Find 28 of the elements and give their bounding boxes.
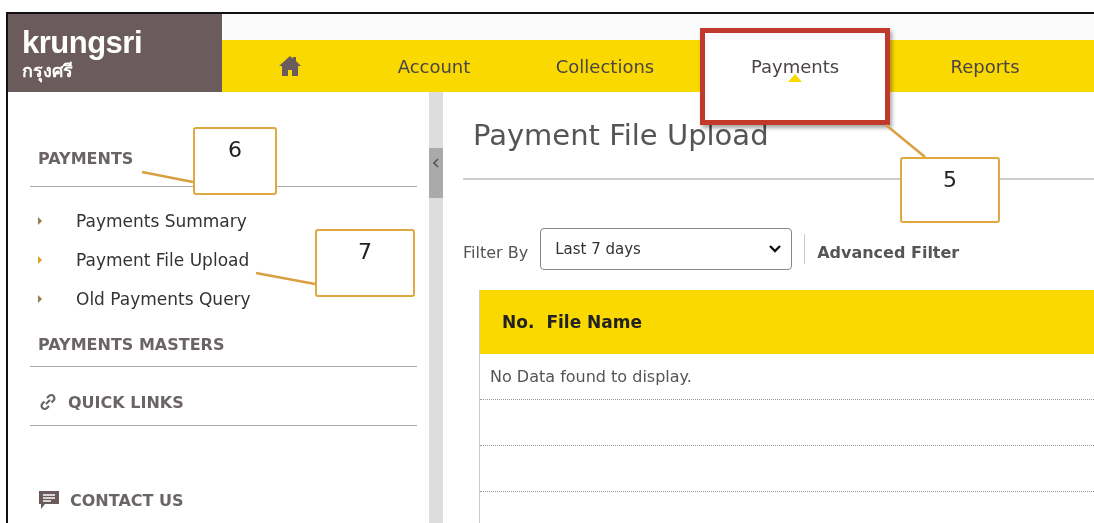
column-header: File Name	[546, 312, 643, 332]
filter-dropdown[interactable]: Last 7 days	[540, 228, 793, 270]
chat-icon	[38, 490, 60, 510]
chevron-down-icon	[769, 245, 782, 253]
collapse-icon	[433, 158, 439, 168]
nav-tab[interactable]: Account	[358, 40, 510, 92]
sidebar-link[interactable]: Payment File Upload	[76, 249, 250, 270]
empty-message: No Data found to display.	[490, 367, 692, 386]
sidebar-link[interactable]: Old Payments Query	[76, 288, 251, 309]
callout-label: 5	[900, 157, 1000, 223]
nav-tab[interactable]: Collections	[510, 40, 700, 92]
home-icon	[278, 55, 302, 77]
column-header: No.	[502, 312, 535, 332]
nav-tab[interactable]: Reports	[890, 40, 1080, 92]
bank-logo: krungsri กรุงศรี	[8, 14, 222, 92]
leader-line	[141, 170, 194, 184]
advanced-filter-link[interactable]: Advanced Filter	[817, 242, 960, 262]
section-heading: PAYMENTS MASTERS	[38, 334, 225, 354]
sidebar-link[interactable]: Payments Summary	[76, 210, 247, 231]
section-heading: QUICK LINKS	[68, 392, 184, 412]
section-heading: CONTACT US	[70, 490, 184, 510]
filter-label: Filter By	[463, 242, 529, 262]
link-icon	[38, 392, 58, 412]
leader-line	[885, 124, 926, 158]
section-heading: PAYMENTS	[38, 148, 134, 168]
callout-label: 7	[315, 229, 415, 297]
callout-label: 6	[193, 127, 277, 195]
leader-line	[255, 271, 316, 286]
